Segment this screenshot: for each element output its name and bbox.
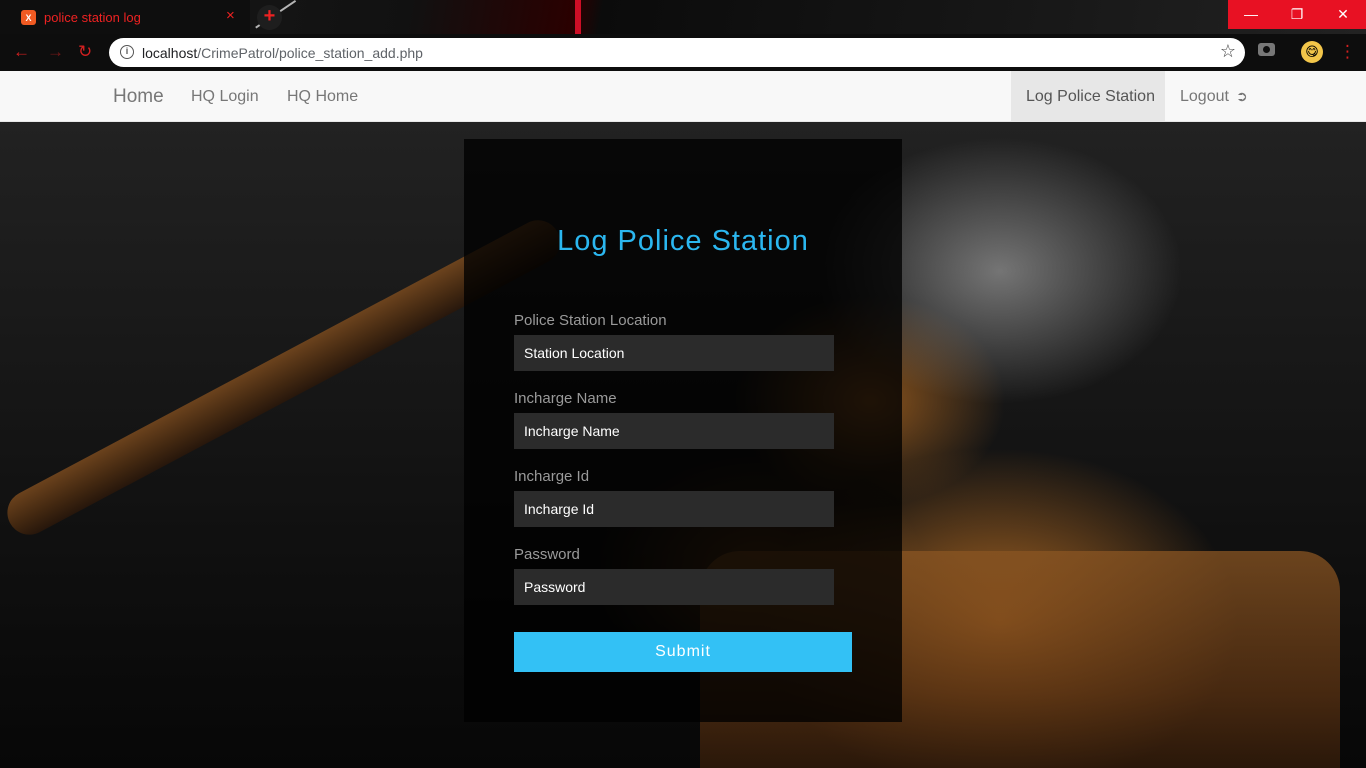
logout-label: Logout: [1180, 88, 1229, 105]
wallpaper-streak: [575, 0, 581, 34]
browser-tab[interactable]: X police station log ×: [0, 0, 250, 34]
incharge-name-label: Incharge Name: [514, 390, 617, 407]
minimize-button[interactable]: —: [1228, 0, 1274, 29]
url-host: localhost: [142, 45, 198, 61]
browser-titlebar: X police station log × + — ❐ ✕: [0, 0, 1366, 34]
station-location-input[interactable]: [514, 335, 834, 371]
station-location-label: Police Station Location: [514, 312, 667, 329]
camera-icon[interactable]: [1258, 43, 1275, 56]
nav-log-police-station-link[interactable]: Log Police Station: [1011, 71, 1165, 122]
address-bar[interactable]: i localhost/CrimePatrol/police_station_a…: [109, 38, 1245, 67]
tab-title: police station log: [44, 10, 141, 25]
incharge-name-input[interactable]: [514, 413, 834, 449]
back-icon[interactable]: ←: [13, 40, 30, 64]
logout-icon: ➲: [1235, 88, 1248, 104]
menu-icon[interactable]: ⋮: [1339, 40, 1356, 64]
url-path: /CrimePatrol/police_station_add.php: [197, 45, 423, 61]
restore-button[interactable]: ❐: [1274, 0, 1320, 29]
page-background: Home HQ Login HQ Home Log Police Station…: [0, 71, 1366, 768]
url-text: localhost/CrimePatrol/police_station_add…: [142, 45, 423, 61]
nav-home-link[interactable]: Home: [113, 86, 164, 108]
incharge-id-input[interactable]: [514, 491, 834, 527]
nav-logout-link[interactable]: Logout ➲: [1180, 88, 1248, 106]
form-title: Log Police Station: [557, 225, 809, 257]
new-tab-button[interactable]: +: [257, 5, 282, 30]
star-icon[interactable]: ☆: [1220, 41, 1236, 62]
reload-icon[interactable]: ↻: [78, 40, 92, 64]
nav-active-label: Log Police Station: [1026, 88, 1155, 105]
avatar[interactable]: 😋: [1301, 41, 1323, 63]
form-panel: Log Police Station Police Station Locati…: [464, 139, 902, 722]
password-input[interactable]: [514, 569, 834, 605]
tab-close-icon[interactable]: ×: [226, 8, 235, 24]
forward-icon[interactable]: →: [47, 40, 64, 64]
incharge-id-label: Incharge Id: [514, 468, 590, 485]
info-icon[interactable]: i: [120, 45, 134, 59]
close-window-button[interactable]: ✕: [1320, 0, 1366, 29]
nav-hq-login-link[interactable]: HQ Login: [191, 88, 259, 106]
site-navbar: Home HQ Login HQ Home Log Police Station…: [0, 71, 1366, 122]
password-label: Password: [514, 546, 580, 563]
xampp-favicon-icon: X: [21, 10, 36, 25]
submit-button[interactable]: Submit: [514, 632, 852, 672]
nav-hq-home-link[interactable]: HQ Home: [287, 88, 358, 106]
browser-toolbar: ← → ↻ i localhost/CrimePatrol/police_sta…: [0, 34, 1366, 71]
